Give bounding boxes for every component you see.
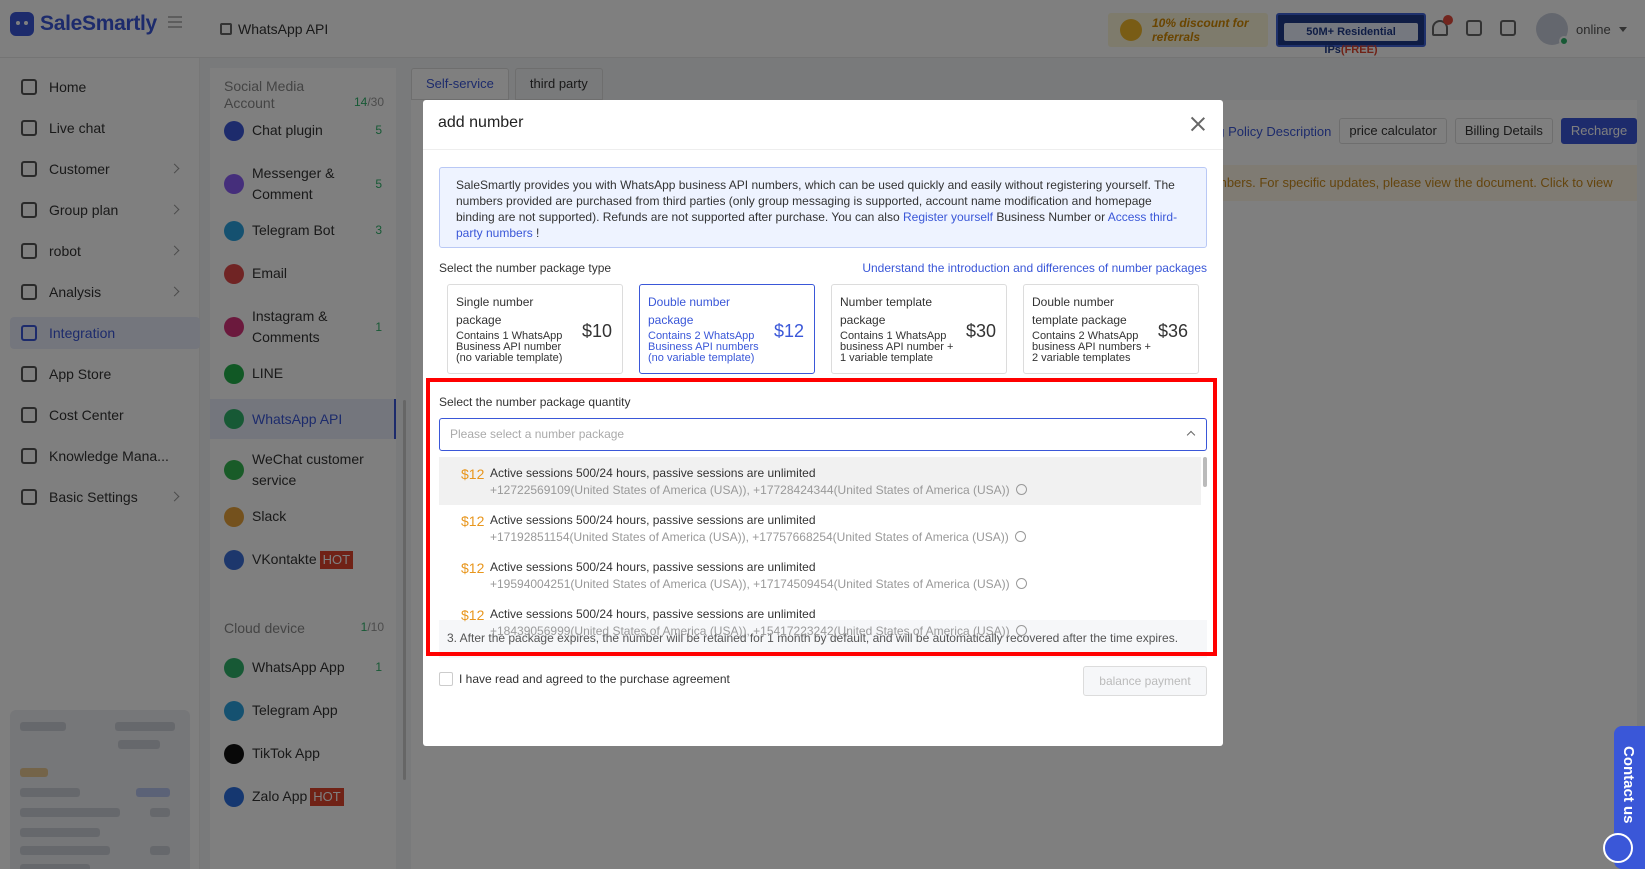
close-icon[interactable] xyxy=(1191,117,1205,131)
package-desc: Contains 2 WhatsApp Business API numbers… xyxy=(648,330,759,364)
package-name: Double number template package xyxy=(1032,295,1127,327)
package-card-single[interactable]: Single number package Contains 1 WhatsAp… xyxy=(447,284,623,374)
info-text-3: ! xyxy=(532,226,540,240)
package-name: Number template package xyxy=(840,295,933,327)
package-price: $12 xyxy=(773,321,804,341)
agreement-row: I have read and agreed to the purchase a… xyxy=(439,672,730,686)
package-type-label: Select the number package type xyxy=(439,261,612,275)
package-price: $10 xyxy=(581,321,612,341)
package-differences-link[interactable]: Understand the introduction and differen… xyxy=(862,261,1207,275)
agreement-checkbox[interactable] xyxy=(439,672,453,686)
chat-bubble-icon[interactable] xyxy=(1603,833,1633,863)
package-desc: Contains 2 WhatsApp business API numbers… xyxy=(1032,330,1151,364)
contact-us-label: Contact us xyxy=(1620,746,1637,824)
highlight-box xyxy=(426,378,1217,656)
register-yourself-link[interactable]: Register yourself xyxy=(903,210,993,224)
package-card-template[interactable]: Number template package Contains 1 Whats… xyxy=(831,284,1007,374)
package-desc: Contains 1 WhatsApp Business API number … xyxy=(456,330,563,364)
package-price: $36 xyxy=(1157,321,1188,341)
info-text-2: Business Number or xyxy=(993,210,1108,224)
package-name: Single number package xyxy=(456,295,534,327)
package-card-double-template[interactable]: Double number template package Contains … xyxy=(1023,284,1199,374)
agreement-label[interactable]: I have read and agreed to the purchase a… xyxy=(459,672,730,686)
package-name: Double number package xyxy=(648,295,731,327)
package-price: $30 xyxy=(965,321,996,341)
info-notice: SaleSmartly provides you with WhatsApp b… xyxy=(439,167,1207,248)
package-desc: Contains 1 WhatsApp business API number … xyxy=(840,330,954,364)
package-card-double[interactable]: Double number package Contains 2 WhatsAp… xyxy=(639,284,815,374)
modal-title: add number xyxy=(438,114,524,131)
balance-payment-button[interactable]: balance payment xyxy=(1083,666,1207,696)
modal-header: add number xyxy=(423,100,1223,150)
